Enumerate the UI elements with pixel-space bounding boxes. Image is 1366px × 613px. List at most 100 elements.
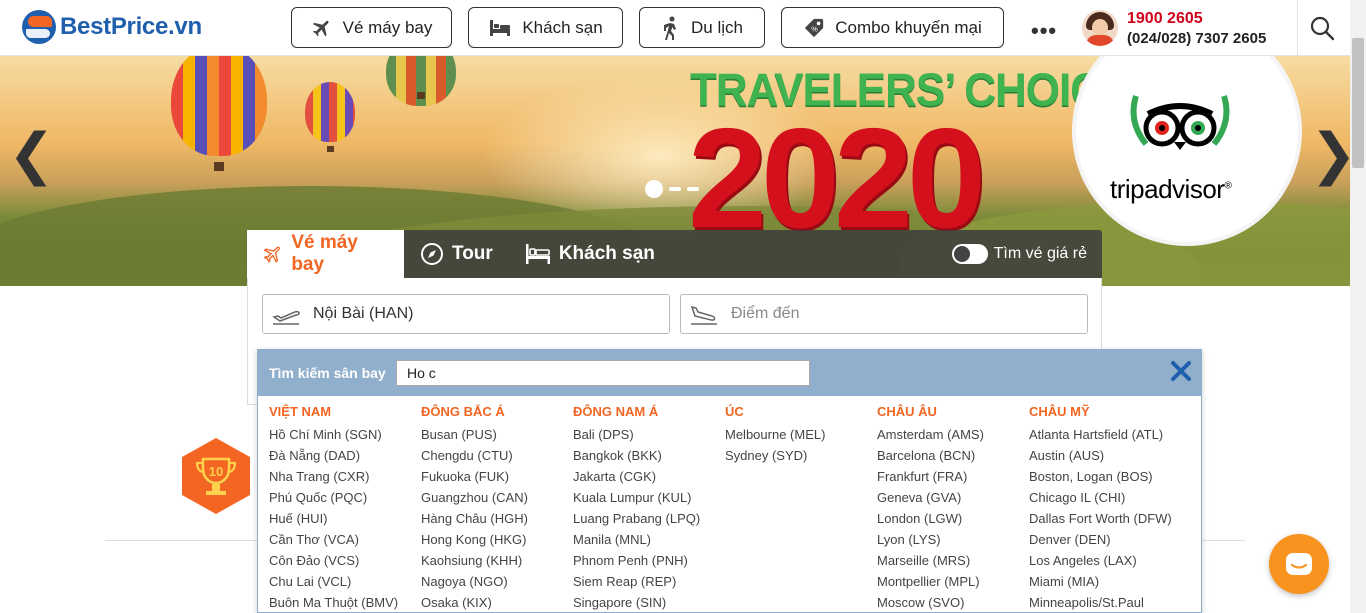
airport-option[interactable]: Moscow (SVO) <box>877 594 1029 613</box>
nav-tours-label: Du lịch <box>691 17 743 37</box>
airport-option[interactable]: Boston, Logan (BOS) <box>1029 468 1181 489</box>
airport-option[interactable]: Atlanta Hartsfield (ATL) <box>1029 426 1181 447</box>
airport-option[interactable]: Cần Thơ (VCA) <box>269 531 421 552</box>
airport-option[interactable]: Austin (AUS) <box>1029 447 1181 468</box>
tab-hotels[interactable]: Khách sạn <box>509 230 671 278</box>
airport-option[interactable]: Dallas Fort Worth (DFW) <box>1029 510 1181 531</box>
trophy-badge-icon: 10 <box>182 438 250 514</box>
airport-option[interactable]: Lyon (LYS) <box>877 531 1029 552</box>
airport-region-column: VIỆT NAM Hồ Chí Minh (SGN) Đà Nẵng (DAD) Nh… <box>269 404 421 613</box>
airport-option[interactable]: Denver (DEN) <box>1029 531 1181 552</box>
airport-option[interactable]: Manila (MNL) <box>573 531 725 552</box>
hot-air-balloon-image <box>305 82 355 152</box>
airport-option[interactable]: Đà Nẵng (DAD) <box>269 447 421 468</box>
destination-field[interactable]: Điểm đến <box>680 294 1088 334</box>
airport-option[interactable]: Sydney (SYD) <box>725 447 877 468</box>
airport-option[interactable]: Huế (HUI) <box>269 510 421 531</box>
airport-option[interactable]: Luang Prabang (LPQ) <box>573 510 725 531</box>
carousel-dots <box>645 180 699 198</box>
carousel-prev-button[interactable]: ❮ <box>8 126 55 182</box>
hot-air-balloon-image <box>171 56 267 171</box>
phone-number[interactable]: (024/028) 7307 2605 <box>1127 30 1266 47</box>
nav-hotels-label: Khách sạn <box>522 17 603 37</box>
airport-option[interactable]: London (LGW) <box>877 510 1029 531</box>
tab-flights-label: Vé máy bay <box>291 232 358 275</box>
airport-option[interactable]: Bangkok (BKK) <box>573 447 725 468</box>
logo-domain: .vn <box>168 13 202 40</box>
close-icon[interactable] <box>1170 360 1192 382</box>
airport-option[interactable]: Hong Kong (HKG) <box>421 531 573 552</box>
airport-option[interactable]: Geneva (GVA) <box>877 489 1029 510</box>
nav-tours-button[interactable]: Du lịch <box>639 7 765 48</box>
airport-option[interactable]: Bali (DPS) <box>573 426 725 447</box>
carousel-dot[interactable] <box>669 187 681 191</box>
airport-search-input[interactable]: Ho c <box>396 360 810 386</box>
airport-region-column: ĐÔNG NAM Á Bali (DPS) Bangkok (BKK) Jakarta… <box>573 404 725 613</box>
tab-tour[interactable]: Tour <box>404 230 509 278</box>
airport-region-column: CHÂU ÂU Amsterdam (AMS) Barcelona (BCN) Fra… <box>877 404 1029 613</box>
region-heading: VIỆT NAM <box>269 404 332 419</box>
hotline-number[interactable]: 1900 2605 <box>1127 10 1203 28</box>
origin-value: Nội Bài (HAN) <box>313 305 414 322</box>
more-menu-button[interactable]: ••• <box>1031 18 1057 44</box>
airport-option[interactable]: Barcelona (BCN) <box>877 447 1029 468</box>
airport-option[interactable]: Chengdu (CTU) <box>421 447 573 468</box>
nav-combo-label: Combo khuyến mại <box>835 17 982 37</box>
scrollbar-thumb[interactable] <box>1352 38 1364 168</box>
tag-icon: % <box>805 18 824 37</box>
airport-picker: Tìm kiếm sân bay Ho c VIỆT NAM Hồ Chí Min… <box>257 349 1202 613</box>
airport-option[interactable]: Côn Đảo (VCS) <box>269 552 421 573</box>
airport-option[interactable]: Phnom Penh (PNH) <box>573 552 725 573</box>
airport-option[interactable]: Hồ Chí Minh (SGN) <box>269 426 421 447</box>
nav-flights-button[interactable]: Vé máy bay <box>291 7 452 48</box>
airport-columns: VIỆT NAM Hồ Chí Minh (SGN) Đà Nẵng (DAD) Nh… <box>269 404 1181 613</box>
airport-option[interactable]: Busan (PUS) <box>421 426 573 447</box>
logo[interactable]: BestPrice.vn <box>22 10 202 44</box>
airport-option[interactable]: Marseille (MRS) <box>877 552 1029 573</box>
carousel-dot[interactable] <box>687 187 699 191</box>
airport-option[interactable]: Siem Reap (REP) <box>573 573 725 594</box>
airport-option[interactable]: Chicago IL (CHI) <box>1029 489 1181 510</box>
region-heading: CHÂU ÂU <box>877 404 937 419</box>
airport-option[interactable]: Los Angeles (LAX) <box>1029 552 1181 573</box>
airport-option[interactable]: Osaka (KIX) <box>421 594 573 613</box>
carousel-next-button[interactable]: ❯ <box>1310 126 1350 182</box>
airport-option[interactable]: Nagoya (NGO) <box>421 573 573 594</box>
airport-option[interactable]: Hàng Châu (HGH) <box>421 510 573 531</box>
airport-option[interactable]: Fukuoka (FUK) <box>421 468 573 489</box>
carousel-dot-active[interactable] <box>645 180 663 198</box>
site-header: BestPrice.vn Vé máy bay Khách sạn Du lịc… <box>0 0 1350 56</box>
airport-option[interactable]: Buôn Ma Thuột (BMV) <box>269 594 421 613</box>
airport-option[interactable]: Montpellier (MPL) <box>877 573 1029 594</box>
airport-search-label: Tìm kiếm sân bay <box>269 365 386 381</box>
nav-hotels-button[interactable]: Khách sạn <box>468 7 623 48</box>
trophy-number: 10 <box>209 464 223 479</box>
airport-option[interactable]: Jakarta (CGK) <box>573 468 725 489</box>
airport-option[interactable]: Nha Trang (CXR) <box>269 468 421 489</box>
award-year: 2020 <box>688 99 986 258</box>
airport-option[interactable]: Miami (MIA) <box>1029 573 1181 594</box>
tab-flights[interactable]: Vé máy bay <box>247 230 404 278</box>
origin-field[interactable]: Nội Bài (HAN) <box>262 294 670 334</box>
airport-option[interactable]: Melbourne (MEL) <box>725 426 877 447</box>
airport-option[interactable]: Phú Quốc (PQC) <box>269 489 421 510</box>
svg-text:%: % <box>812 24 819 33</box>
search-icon[interactable] <box>1308 14 1336 42</box>
tab-hotels-label: Khách sạn <box>558 243 655 264</box>
airport-option[interactable]: Amsterdam (AMS) <box>877 426 1029 447</box>
airport-picker-header: Tìm kiếm sân bay Ho c <box>258 350 1201 396</box>
chat-button[interactable] <box>1269 534 1329 594</box>
airport-option[interactable]: Kuala Lumpur (KUL) <box>573 489 725 510</box>
airport-option[interactable]: Minneapolis/St.Paul <box>1029 594 1181 613</box>
hiker-icon <box>664 16 677 40</box>
airport-option[interactable]: Kaohsiung (KHH) <box>421 552 573 573</box>
nav-combo-button[interactable]: % Combo khuyến mại <box>781 7 1004 48</box>
airport-option[interactable]: Frankfurt (FRA) <box>877 468 1029 489</box>
search-tabs: Vé máy bay Tour Khách sạn Tìm vé giá rẻ <box>247 230 1102 278</box>
cheap-fare-toggle[interactable] <box>951 244 988 264</box>
plane-landing-icon <box>690 305 717 325</box>
airport-option[interactable]: Chu Lai (VCL) <box>269 573 421 594</box>
page-scrollbar[interactable] <box>1350 0 1366 613</box>
airport-option[interactable]: Guangzhou (CAN) <box>421 489 573 510</box>
airport-option[interactable]: Singapore (SIN) <box>573 594 725 613</box>
